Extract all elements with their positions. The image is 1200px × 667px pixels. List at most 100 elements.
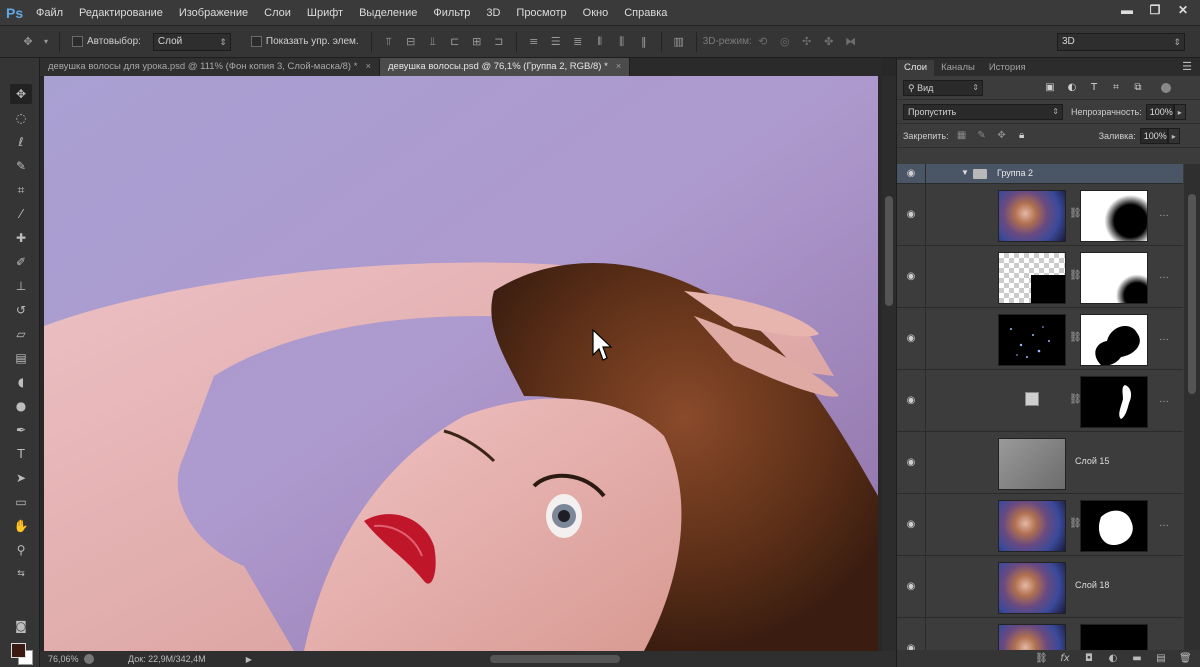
new-group-icon[interactable]: ▬ xyxy=(1131,653,1143,665)
status-menu-arrow-icon[interactable]: ▶ xyxy=(246,655,252,664)
3d-slide-icon[interactable]: ✤ xyxy=(821,34,837,50)
align-left-icon[interactable]: ⊏ xyxy=(447,34,463,50)
history-brush-tool-icon[interactable]: ↺ xyxy=(10,300,32,320)
scrollbar-thumb[interactable] xyxy=(1188,194,1196,394)
distribute-top-icon[interactable]: ≡ xyxy=(526,34,542,50)
path-select-tool-icon[interactable]: ➤ xyxy=(10,468,32,488)
default-colors-icon[interactable]: ⇆ xyxy=(10,564,32,584)
autoselect-dropdown[interactable]: Слой xyxy=(152,32,231,51)
tab-document-2[interactable]: девушка волосы.psd @ 76,1% (Группа 2, RG… xyxy=(380,58,631,76)
close-icon[interactable]: × xyxy=(365,61,371,72)
menu-edit[interactable]: Редактирование xyxy=(71,0,171,26)
quick-mask-icon[interactable]: ◙ xyxy=(10,616,32,636)
fill-arrow-icon[interactable]: ▸ xyxy=(1167,127,1180,144)
minimize-button[interactable]: ▬ xyxy=(1120,3,1134,17)
layer-row[interactable]: ◉ Слой 15 xyxy=(897,432,1183,494)
panel-menu-icon[interactable]: ☰ xyxy=(1182,60,1192,73)
scrollbar-thumb[interactable] xyxy=(885,196,893,306)
layer-thumbnail[interactable] xyxy=(998,314,1066,366)
dodge-tool-icon[interactable]: ● xyxy=(10,396,32,416)
align-top-icon[interactable]: ⫪ xyxy=(381,34,397,50)
align-vcenter-icon[interactable]: ⊟ xyxy=(403,34,419,50)
3d-drag-icon[interactable]: ✣ xyxy=(799,34,815,50)
layer-thumbnail[interactable] xyxy=(998,562,1066,614)
autoselect-checkbox[interactable] xyxy=(72,36,83,47)
layer-mask-thumbnail[interactable] xyxy=(1080,314,1148,366)
layer-row[interactable]: ◉ xyxy=(897,618,1183,650)
shape-tool-icon[interactable]: ▭ xyxy=(10,492,32,512)
layer-row[interactable]: ◉ ⛓︎ … xyxy=(897,246,1183,308)
layer-thumbnail[interactable] xyxy=(998,438,1066,490)
healing-brush-tool-icon[interactable]: ✚ xyxy=(10,228,32,248)
filter-toggle-icon[interactable] xyxy=(1161,82,1171,93)
layer-mask-thumbnail[interactable] xyxy=(1080,190,1148,242)
layer-row[interactable]: ◉ ⛓︎ … xyxy=(897,494,1183,556)
eye-icon[interactable]: ◉ xyxy=(905,643,917,650)
move-tool-preset-icon[interactable]: ✥ xyxy=(20,34,36,50)
layers-scrollbar[interactable] xyxy=(1184,164,1200,650)
distribute-right-icon[interactable]: ‖ xyxy=(636,34,652,50)
menu-window[interactable]: Окно xyxy=(575,0,617,26)
layer-mask-thumbnail[interactable] xyxy=(1080,500,1148,552)
new-layer-icon[interactable]: ▤ xyxy=(1155,653,1167,665)
layer-row[interactable]: ◉ Слой 18 xyxy=(897,556,1183,618)
opacity-field[interactable]: 100% xyxy=(1145,103,1174,120)
smart-object-filter-icon[interactable]: ⧉ xyxy=(1131,81,1145,95)
adjustment-filter-icon[interactable]: ◐ xyxy=(1065,81,1079,95)
tab-document-1[interactable]: девушка волосы для урока.psd @ 111% (Фон… xyxy=(40,58,380,76)
document-canvas[interactable] xyxy=(40,76,882,651)
layer-thumbnail[interactable] xyxy=(998,500,1066,552)
menu-file[interactable]: Файл xyxy=(28,0,71,26)
distribute-hcenter-icon[interactable]: ⫼ xyxy=(614,34,630,50)
marquee-tool-icon[interactable]: ◌ xyxy=(10,108,32,128)
layer-mask-thumbnail[interactable] xyxy=(1080,252,1148,304)
quick-select-tool-icon[interactable]: ✎ xyxy=(10,156,32,176)
menu-image[interactable]: Изображение xyxy=(171,0,256,26)
layer-group[interactable]: ◉ ▼ Группа 2 xyxy=(897,164,1183,184)
align-right-icon[interactable]: ⊐ xyxy=(491,34,507,50)
layer-thumbnail[interactable] xyxy=(998,252,1066,304)
3d-rotate-icon[interactable]: ⟲ xyxy=(755,34,771,50)
layer-thumbnail[interactable] xyxy=(998,624,1066,650)
document-size-info[interactable]: Док: 22,9M/342,4M xyxy=(128,654,206,664)
link-layers-icon[interactable]: ⛓︎ xyxy=(1035,653,1048,665)
menu-3d[interactable]: 3D xyxy=(478,0,508,26)
tab-channels[interactable]: Каналы xyxy=(934,60,982,76)
chevron-down-icon[interactable]: ▾ xyxy=(42,34,50,50)
image-filter-icon[interactable]: ▣ xyxy=(1043,81,1057,95)
eraser-tool-icon[interactable]: ▱ xyxy=(10,324,32,344)
menu-filter[interactable]: Фильтр xyxy=(425,0,478,26)
eye-icon[interactable]: ◉ xyxy=(905,209,917,221)
layer-mask-thumbnail[interactable] xyxy=(1080,624,1148,650)
eye-icon[interactable]: ◉ xyxy=(905,168,917,180)
type-tool-icon[interactable]: T xyxy=(10,444,32,464)
lock-all-icon[interactable]: 🔒︎ xyxy=(1015,129,1029,143)
auto-align-icon[interactable]: ▥ xyxy=(671,34,687,50)
add-mask-icon[interactable]: ◘ xyxy=(1083,653,1095,665)
layer-row[interactable]: ◉ ⛓︎ … xyxy=(897,370,1183,432)
gradient-tool-icon[interactable]: ▤ xyxy=(10,348,32,368)
hand-tool-icon[interactable]: ✋ xyxy=(10,516,32,536)
align-hcenter-icon[interactable]: ⊞ xyxy=(469,34,485,50)
lasso-tool-icon[interactable]: ℓ xyxy=(10,132,32,152)
eye-icon[interactable]: ◉ xyxy=(905,271,917,283)
distribute-vcenter-icon[interactable]: ☰ xyxy=(548,34,564,50)
menu-view[interactable]: Просмотр xyxy=(508,0,574,26)
clone-stamp-tool-icon[interactable]: ⊥ xyxy=(10,276,32,296)
opacity-arrow-icon[interactable]: ▸ xyxy=(1173,103,1186,120)
move-tool-icon[interactable]: ✥ xyxy=(10,84,32,104)
restore-button[interactable]: ❐ xyxy=(1148,3,1162,17)
foreground-color-swatch[interactable] xyxy=(11,643,26,658)
lock-pixels-icon[interactable]: ✎ xyxy=(975,129,989,143)
menu-type[interactable]: Шрифт xyxy=(299,0,351,26)
pen-tool-icon[interactable]: ✒ xyxy=(10,420,32,440)
show-transform-controls-checkbox[interactable] xyxy=(250,36,262,47)
brush-tool-icon[interactable]: ✐ xyxy=(10,252,32,272)
canvas-horizontal-scrollbar-thumb[interactable] xyxy=(490,655,620,663)
layer-style-icon[interactable]: fx xyxy=(1059,653,1071,665)
layer-row[interactable]: ◉ ⛓︎ … xyxy=(897,308,1183,370)
layer-row[interactable]: ◉ ⛓︎ … xyxy=(897,184,1183,246)
zoom-tool-icon[interactable]: ⚲ xyxy=(10,540,32,560)
layer-filter-dropdown[interactable]: ⚲ Вид xyxy=(903,79,983,96)
chevron-down-icon[interactable]: ▼ xyxy=(961,168,969,177)
